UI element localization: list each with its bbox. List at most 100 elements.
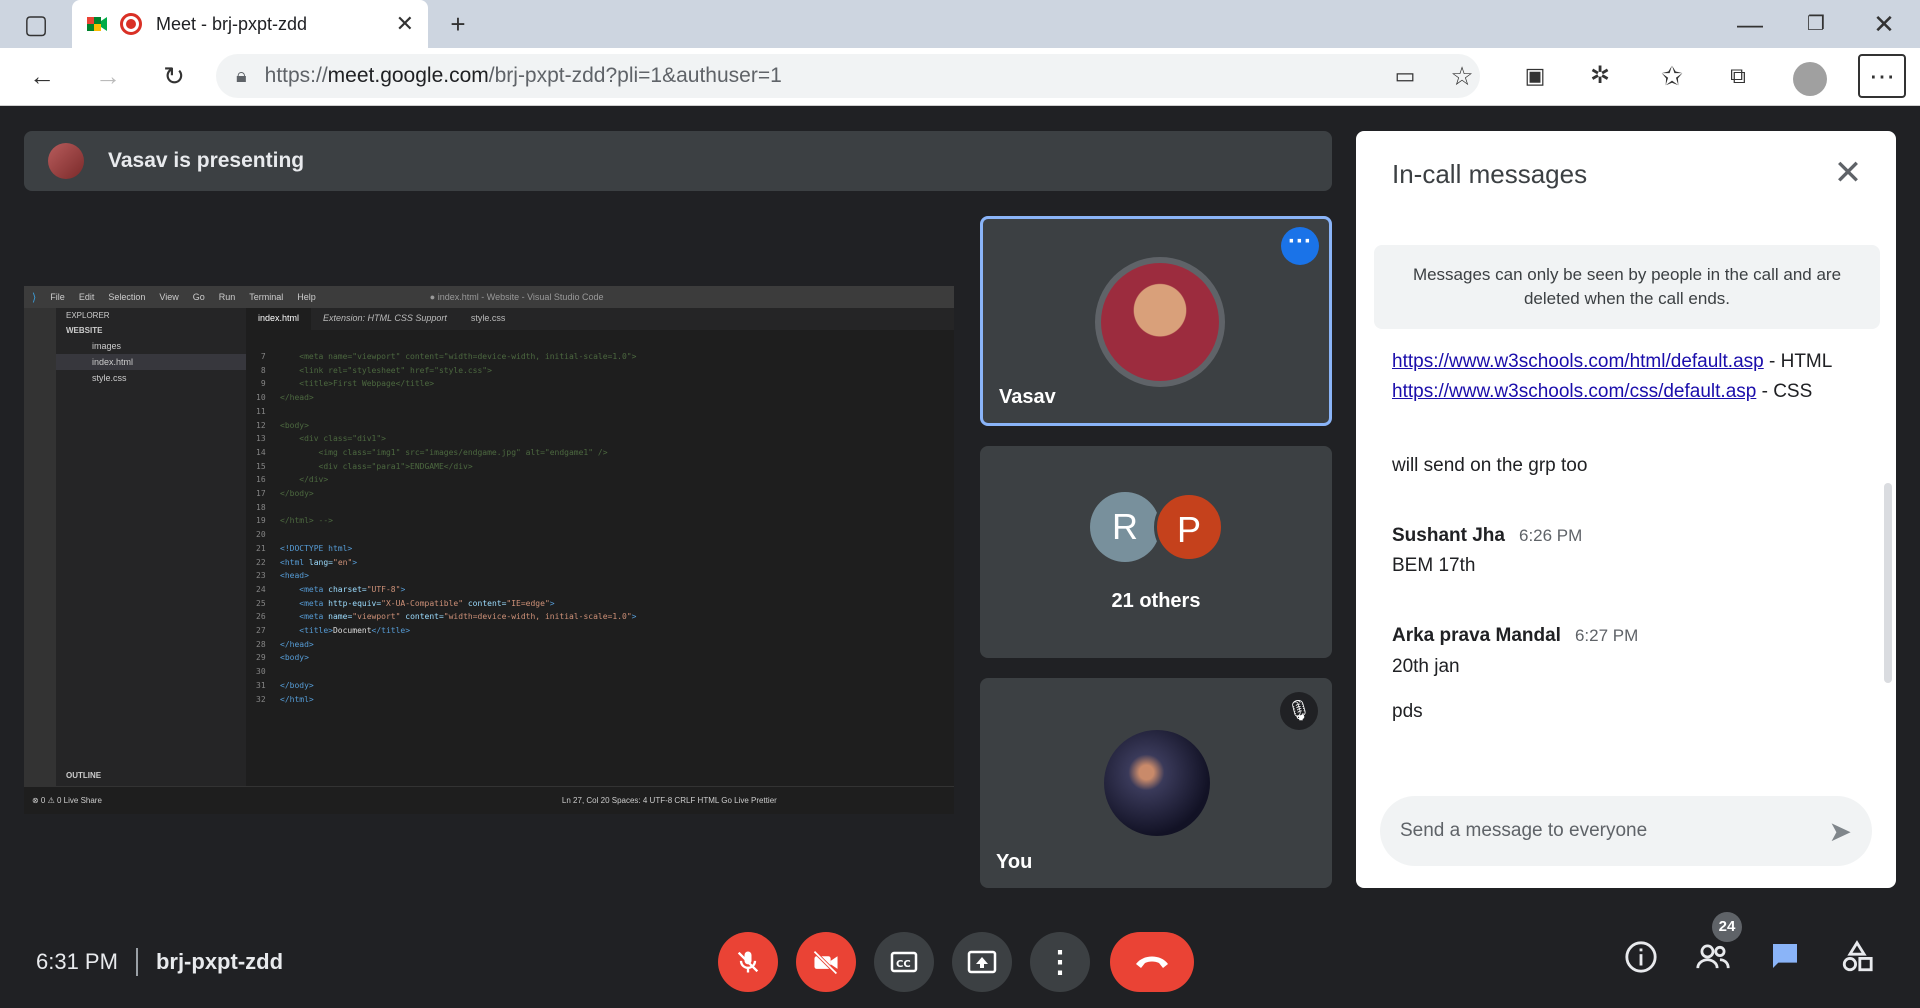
you-avatar — [1104, 730, 1210, 836]
new-tab-button[interactable]: + — [440, 0, 476, 48]
close-icon[interactable]: ✕ — [1826, 151, 1870, 195]
link[interactable]: https://www.w3schools.com/css/default.as… — [1392, 381, 1756, 402]
address-bar[interactable]: 🔒︎ https://meet.google.com/brj-pxpt-zdd?… — [216, 54, 1480, 98]
participant-count-badge: 24 — [1712, 912, 1742, 942]
current-time: 6:31 PM — [36, 949, 118, 974]
vscode-code: 7 <meta name="viewport" content="width=d… — [256, 352, 637, 704]
vscode-tab: style.css — [470, 313, 506, 323]
captions-button[interactable]: CC — [874, 932, 934, 992]
more-options-icon[interactable]: ··· — [1281, 227, 1319, 265]
favorites-icon[interactable]: ✩ — [1652, 56, 1692, 96]
add-favorite-icon[interactable]: ☆ — [1442, 56, 1482, 96]
navigation-bar: ← → ↻ 🔒︎ https://meet.google.com/brj-pxp… — [0, 48, 1920, 106]
close-tab-icon[interactable]: ✕ — [396, 11, 414, 37]
sender-name: Sushant Jha — [1392, 525, 1505, 546]
chat-message: will send on the grp too — [1392, 455, 1588, 476]
camera-in-use-icon[interactable]: ▭ — [1385, 56, 1425, 96]
tab-actions-icon[interactable]: ▢ — [18, 0, 54, 48]
vasav-avatar — [1095, 257, 1225, 387]
participant-tile-vasav[interactable]: ··· Vasav — [980, 216, 1332, 426]
mic-off-icon — [737, 951, 759, 973]
present-screen-icon — [967, 950, 997, 974]
vscode-menu-run: Run — [218, 292, 236, 302]
in-call-messages-panel: In-call messages ✕ Messages can only be … — [1356, 131, 1896, 888]
link[interactable]: https://www.w3schools.com/html/default.a… — [1392, 351, 1764, 372]
chat-notice: Messages can only be seen by people in t… — [1374, 245, 1880, 329]
mic-toggle-button[interactable] — [718, 932, 778, 992]
meeting-info: 6:31 PM brj-pxpt-zdd — [36, 948, 283, 976]
chat-title: In-call messages — [1392, 159, 1588, 189]
explorer-file: style.css — [92, 373, 127, 383]
vscode-menu-file: File — [50, 292, 65, 302]
meeting-code: brj-pxpt-zdd — [155, 949, 284, 974]
back-icon[interactable]: ← — [22, 56, 62, 96]
hang-up-icon — [1136, 956, 1168, 968]
profile-avatar[interactable] — [1793, 62, 1827, 96]
chat-input[interactable] — [1400, 820, 1829, 842]
avatar-p: P — [1154, 492, 1224, 562]
url-text[interactable]: https://meet.google.com/brj-pxpt-zdd?pli… — [265, 64, 782, 88]
vscode-menu-terminal: Terminal — [249, 292, 284, 302]
leave-call-button[interactable] — [1110, 932, 1194, 992]
vscode-activity-bar — [24, 308, 56, 786]
vscode-logo-icon: ⟩ — [32, 291, 37, 304]
chat-message: 20th jan — [1392, 656, 1460, 677]
explorer-folder: WEBSITE — [66, 326, 103, 335]
activities-icon[interactable] — [1834, 940, 1880, 986]
vscode-editor: index.html Extension: HTML CSS Support s… — [246, 308, 954, 786]
sender-name: Arka prava Mandal — [1392, 625, 1561, 646]
meeting-details-icon[interactable] — [1618, 940, 1664, 986]
more-options-button[interactable]: ⋮ — [1030, 932, 1090, 992]
divider — [135, 948, 138, 976]
camera-toggle-button[interactable] — [796, 932, 856, 992]
collections-icon[interactable]: ⧉ — [1718, 56, 1758, 96]
svg-text:CC: CC — [896, 959, 911, 970]
forward-icon[interactable]: → — [88, 56, 128, 96]
close-window-icon[interactable]: ✕ — [1864, 0, 1904, 48]
browser-titlebar: ▢ Meet - brj-pxpt-zdd ✕ + — ❐ ✕ — [0, 0, 1920, 48]
send-icon[interactable]: ➤ — [1829, 815, 1852, 848]
vscode-titlebar: ⟩ File Edit Selection View Go Run Termin… — [24, 286, 954, 308]
chat-sender-row: Sushant Jha 6:26 PM — [1392, 521, 1582, 551]
vscode-menu-help: Help — [297, 292, 316, 302]
vscode-menu-view: View — [159, 292, 179, 302]
message-time: 6:26 PM — [1518, 526, 1583, 545]
chat-message: https://www.w3schools.com/html/default.a… — [1392, 351, 1833, 402]
status-left: ⊗ 0 ⚠ 0 Live Share — [32, 796, 102, 805]
refresh-icon[interactable]: ↻ — [154, 56, 194, 96]
extension-badge-icon[interactable]: ▣ — [1515, 56, 1555, 96]
vscode-statusbar: ⊗ 0 ⚠ 0 Live Share Ln 27, Col 20 Spaces:… — [24, 786, 954, 814]
chat-message: BEM 17th — [1392, 555, 1476, 576]
vscode-menu-selection: Selection — [108, 292, 146, 302]
message-time: 6:27 PM — [1574, 626, 1639, 645]
tab-title: Meet - brj-pxpt-zdd — [156, 13, 308, 34]
participant-name: You — [996, 851, 1033, 873]
vscode-window-title: ● index.html - Website - Visual Studio C… — [429, 292, 604, 302]
vscode-tab: index.html — [246, 308, 312, 330]
lock-icon: 🔒︎ — [236, 64, 247, 87]
chat-message: pds — [1392, 701, 1423, 722]
presenter-banner: Vasav is presenting — [24, 131, 1332, 191]
settings-menu-icon[interactable]: ⋯ — [1858, 54, 1906, 98]
presenter-label: Vasav is presenting — [108, 149, 305, 172]
restore-icon[interactable]: ❐ — [1796, 0, 1836, 48]
others-count: 21 others — [1111, 590, 1201, 612]
chat-icon[interactable] — [1762, 940, 1808, 986]
presenter-avatar — [48, 143, 84, 179]
chat-input-container: ➤ — [1380, 796, 1872, 866]
participant-tile-others[interactable]: R P 21 others — [980, 446, 1332, 658]
present-button[interactable] — [952, 932, 1012, 992]
people-icon[interactable] — [1690, 940, 1736, 986]
participant-name: Vasav — [999, 386, 1056, 408]
more-vert-icon: ⋮ — [1045, 945, 1075, 979]
camera-off-icon — [813, 950, 838, 975]
avatar-r: R — [1090, 492, 1160, 562]
participant-tile-you[interactable]: 🎙︎ You — [980, 678, 1332, 888]
extensions-icon[interactable]: ✲ — [1580, 56, 1620, 96]
chat-scrollbar[interactable] — [1884, 483, 1892, 683]
browser-tab[interactable]: Meet - brj-pxpt-zdd ✕ — [72, 0, 428, 48]
minimize-icon[interactable]: — — [1730, 0, 1770, 48]
meet-favicon-icon — [87, 17, 107, 31]
explorer-outline: OUTLINE — [66, 771, 102, 780]
shared-screen: ⟩ File Edit Selection View Go Run Termin… — [24, 286, 954, 814]
